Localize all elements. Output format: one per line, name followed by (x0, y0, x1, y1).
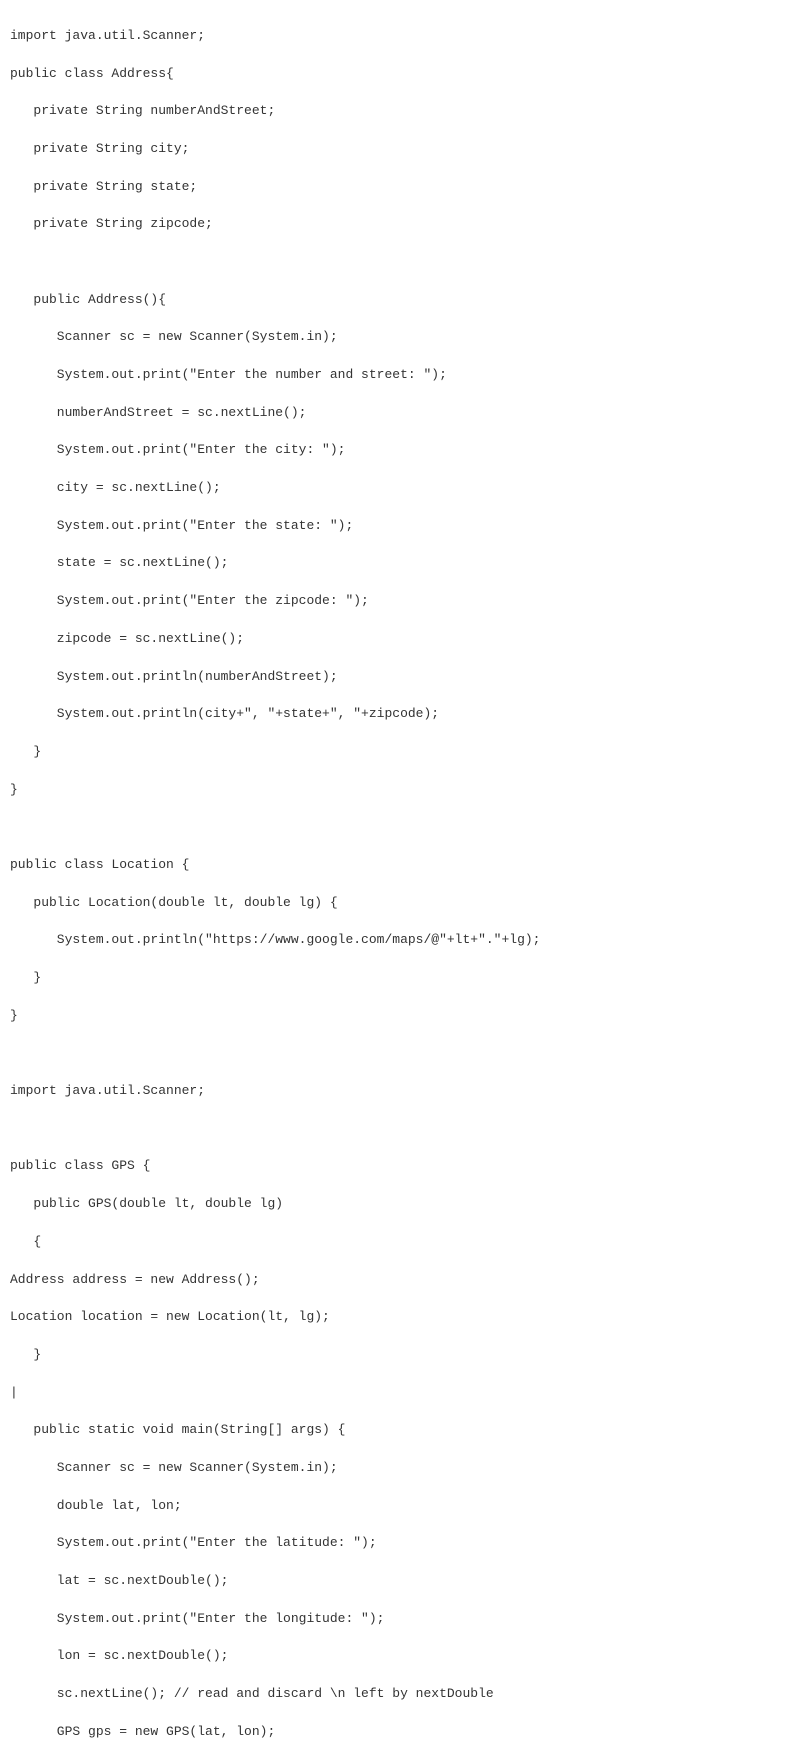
code-line: import java.util.Scanner; (10, 27, 790, 46)
code-line: double lat, lon; (10, 1497, 790, 1516)
code-line (10, 1044, 790, 1063)
code-line: public static void main(String[] args) { (10, 1421, 790, 1440)
code-line: public Location(double lt, double lg) { (10, 894, 790, 913)
code-line: System.out.print("Enter the zipcode: "); (10, 592, 790, 611)
code-line: Scanner sc = new Scanner(System.in); (10, 1459, 790, 1478)
code-line: numberAndStreet = sc.nextLine(); (10, 404, 790, 423)
code-line: System.out.println(city+", "+state+", "+… (10, 705, 790, 724)
code-line: System.out.println("https://www.google.c… (10, 931, 790, 950)
code-line: private String zipcode; (10, 215, 790, 234)
code-line: private String state; (10, 178, 790, 197)
code-line: lat = sc.nextDouble(); (10, 1572, 790, 1591)
code-line: private String city; (10, 140, 790, 159)
code-line: } (10, 1007, 790, 1026)
code-line: Address address = new Address(); (10, 1271, 790, 1290)
code-line: sc.nextLine(); // read and discard \n le… (10, 1685, 790, 1704)
code-line: lon = sc.nextDouble(); (10, 1647, 790, 1666)
code-line: state = sc.nextLine(); (10, 554, 790, 573)
code-line: city = sc.nextLine(); (10, 479, 790, 498)
code-line: System.out.print("Enter the city: "); (10, 441, 790, 460)
code-line (10, 818, 790, 837)
code-line: { (10, 1233, 790, 1252)
code-line: System.out.print("Enter the number and s… (10, 366, 790, 385)
code-line: } (10, 781, 790, 800)
code-line: } (10, 1346, 790, 1365)
code-line: import java.util.Scanner; (10, 1082, 790, 1101)
code-line: zipcode = sc.nextLine(); (10, 630, 790, 649)
code-line: public class Address{ (10, 65, 790, 84)
code-block: import java.util.Scanner; public class A… (10, 8, 790, 1742)
code-line (10, 253, 790, 272)
code-line: GPS gps = new GPS(lat, lon); (10, 1723, 790, 1742)
code-line: System.out.print("Enter the state: "); (10, 517, 790, 536)
code-line: } (10, 969, 790, 988)
code-line: public class GPS { (10, 1157, 790, 1176)
code-line: public GPS(double lt, double lg) (10, 1195, 790, 1214)
code-line: System.out.print("Enter the latitude: ")… (10, 1534, 790, 1553)
code-line: | (10, 1384, 790, 1403)
code-line: private String numberAndStreet; (10, 102, 790, 121)
code-line: public class Location { (10, 856, 790, 875)
code-line: Location location = new Location(lt, lg)… (10, 1308, 790, 1327)
code-line: } (10, 743, 790, 762)
code-line: System.out.print("Enter the longitude: "… (10, 1610, 790, 1629)
code-line: public Address(){ (10, 291, 790, 310)
code-line: Scanner sc = new Scanner(System.in); (10, 328, 790, 347)
code-line: System.out.println(numberAndStreet); (10, 668, 790, 687)
code-line (10, 1120, 790, 1139)
